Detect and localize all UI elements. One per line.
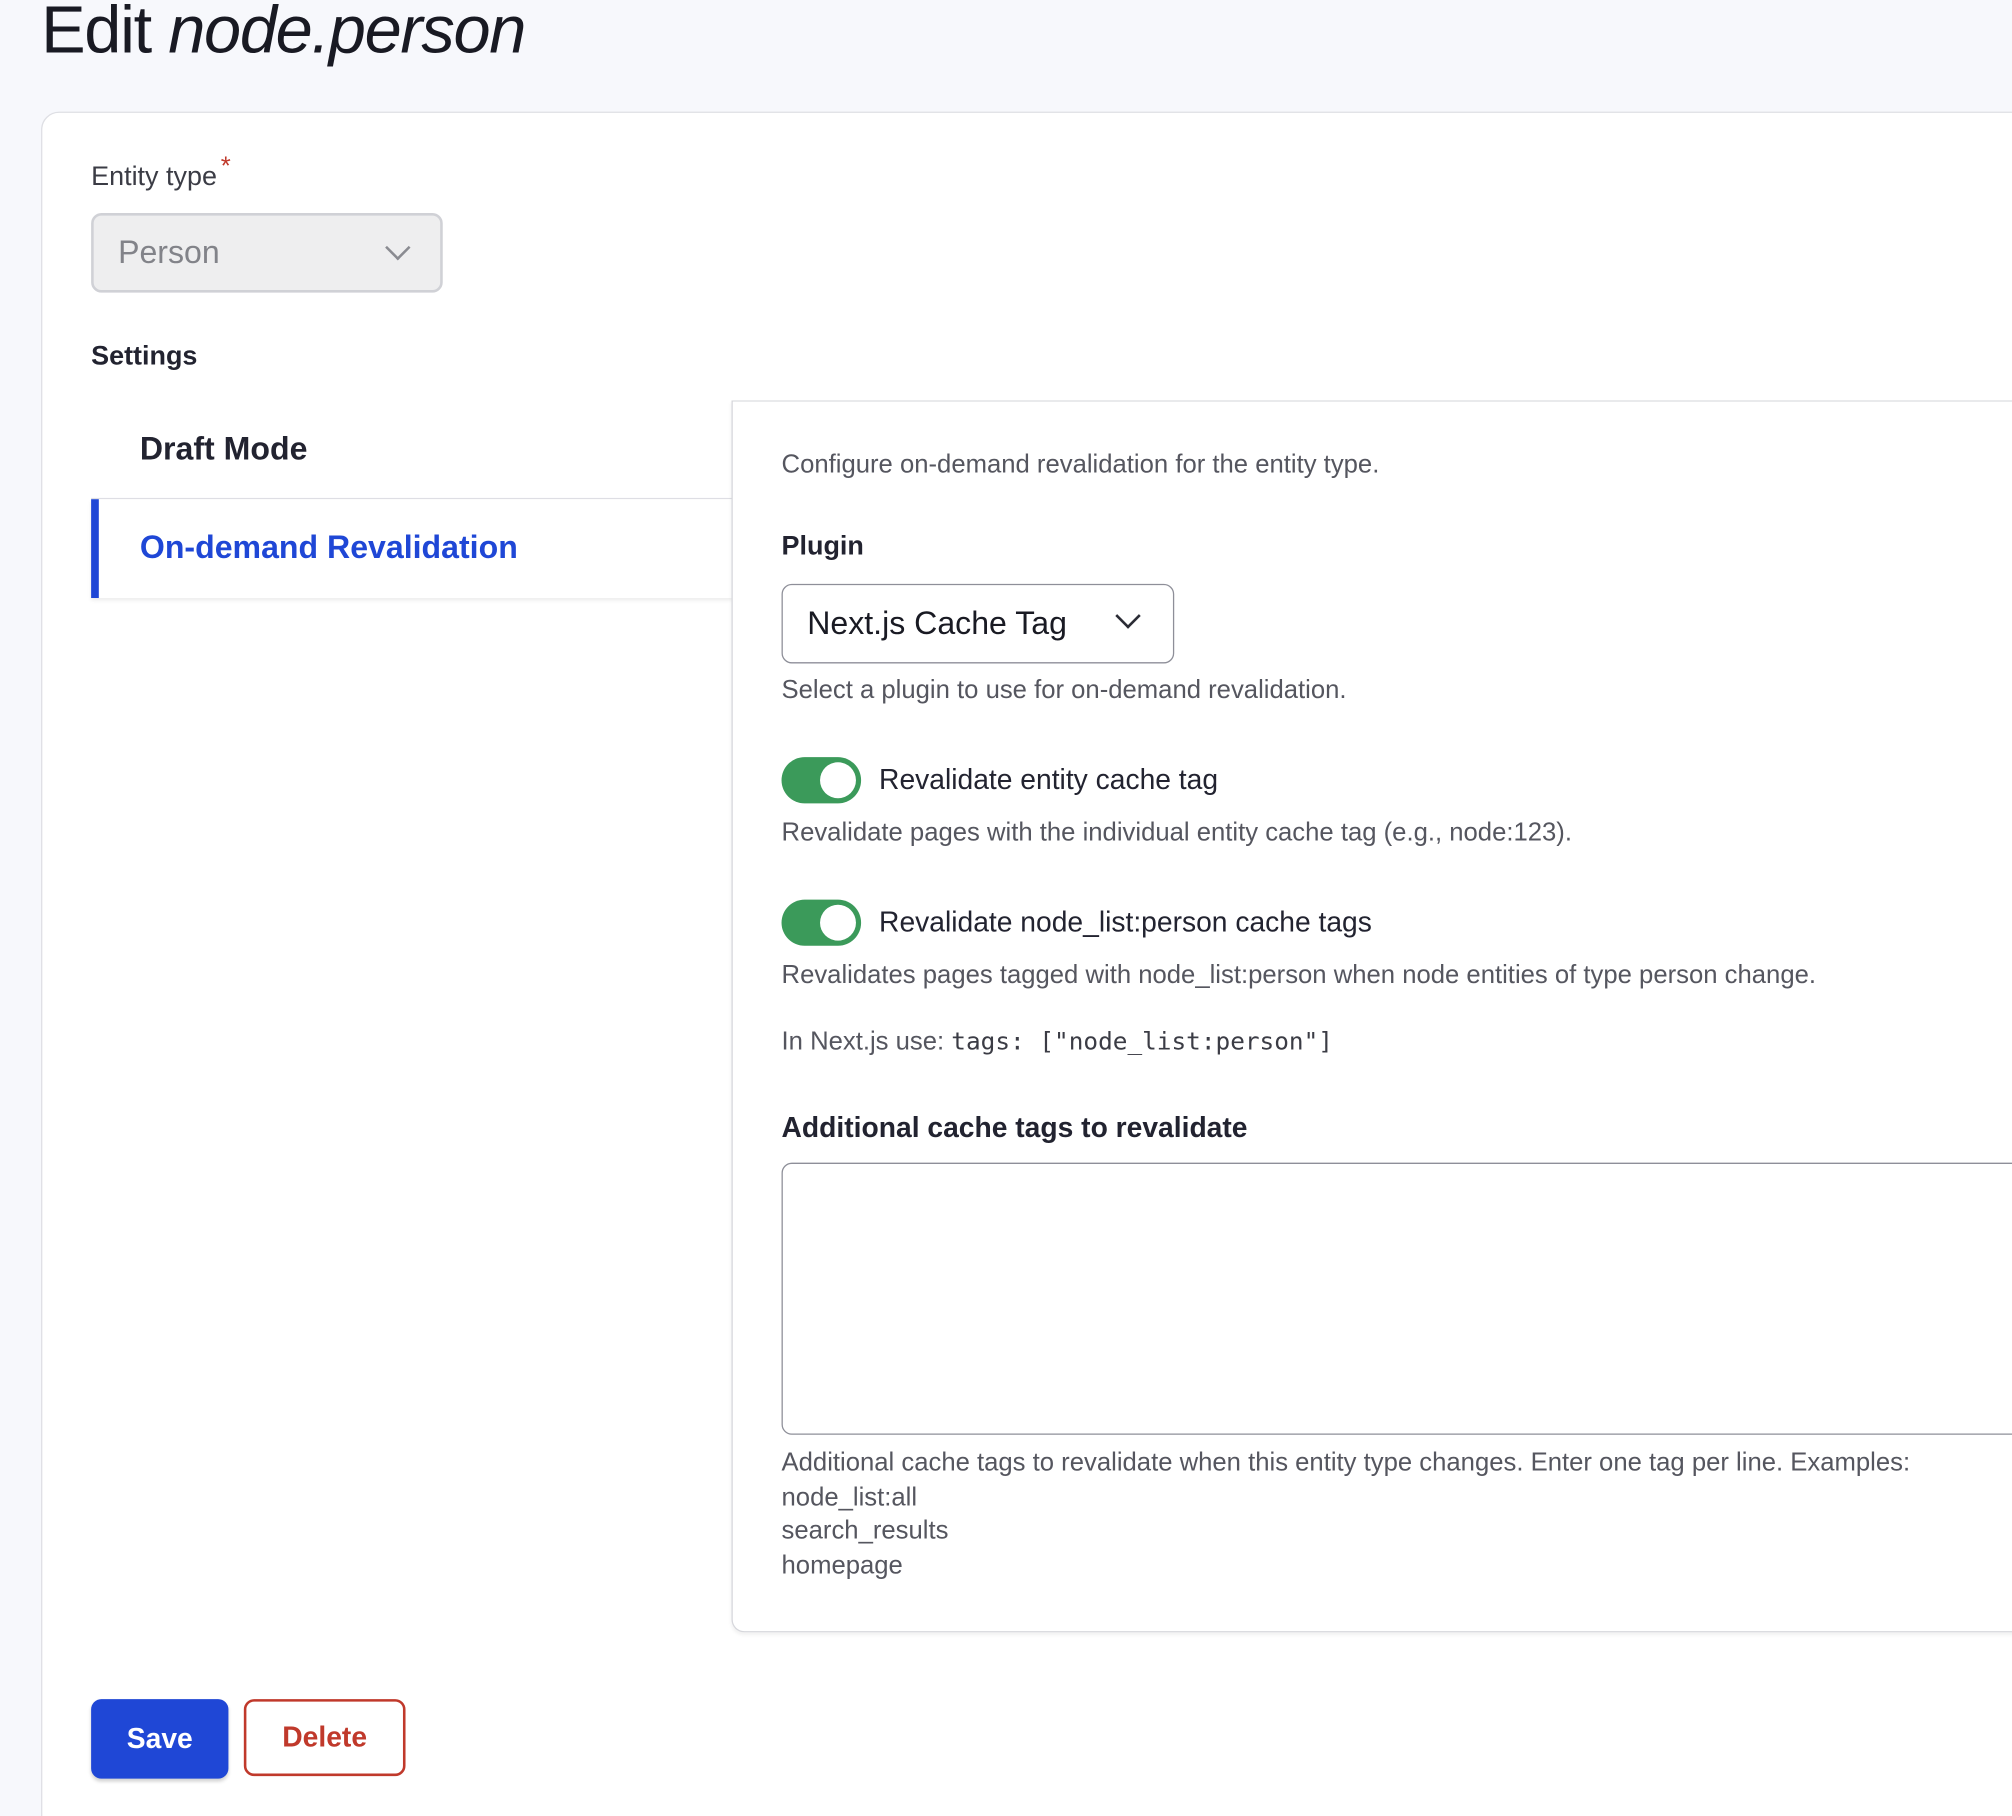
additional-tags-help: Additional cache tags to revalidate when… <box>782 1446 1911 1582</box>
page-title-entity: node.person <box>168 0 526 69</box>
nextjs-hint-prefix: In Next.js use: <box>781 1027 945 1057</box>
vertical-tab-on-demand-revalidation[interactable]: On-demand Revalidation <box>91 499 733 599</box>
vertical-tab-draft-mode[interactable]: Draft Mode <box>91 400 733 500</box>
plugin-select-value: Next.js Cache Tag <box>807 605 1067 642</box>
entity-type-label: Entity type * <box>91 153 231 193</box>
vertical-tab-label: Draft Mode <box>139 430 308 467</box>
additional-tags-textarea[interactable] <box>781 1162 2012 1435</box>
toggle-switch[interactable] <box>781 899 862 946</box>
toggle-node-list-description: Revalidates pages tagged with node_list:… <box>781 961 1817 990</box>
example-tag: node_list:all <box>781 1482 918 1512</box>
additional-tags-label: Additional cache tags to revalidate <box>781 1111 1248 1144</box>
entity-type-select: Person <box>91 213 443 293</box>
nextjs-hint: In Next.js use: tags: ["node_list:person… <box>782 1028 1333 1058</box>
example-tag: search_results <box>781 1516 949 1546</box>
form-card: Entity type * Person Settings Draft Mode … <box>41 111 2012 1816</box>
nextjs-hint-code: tags: ["node_list:person"] <box>951 1027 1333 1057</box>
save-button[interactable]: Save <box>91 1699 229 1779</box>
panel-intro: Configure on-demand revalidation for the… <box>781 450 1380 479</box>
toggle-knob <box>820 762 856 799</box>
delete-button[interactable]: Delete <box>243 1699 406 1777</box>
page: Edit node.person Entity type * Person Set… <box>0 0 2012 1816</box>
toggle-switch[interactable] <box>781 757 862 804</box>
toggle-entity-cache-tag[interactable]: Revalidate entity cache tag <box>781 757 1219 804</box>
vertical-tab-label: On-demand Revalidation <box>139 530 518 566</box>
toggle-node-list-cache-tags[interactable]: Revalidate node_list:person cache tags <box>781 899 1372 946</box>
entity-type-value: Person <box>118 234 220 271</box>
entity-type-label-text: Entity type <box>91 161 217 192</box>
settings-label: Settings <box>91 341 198 371</box>
toggle-label: Revalidate entity cache tag <box>879 763 1219 796</box>
required-marker: * <box>220 152 231 181</box>
plugin-label: Plugin <box>781 531 864 561</box>
additional-tags-help-text: Additional cache tags to revalidate when… <box>781 1448 1911 1478</box>
toggle-knob <box>820 904 856 941</box>
plugin-select[interactable]: Next.js Cache Tag <box>781 583 1175 664</box>
page-title-prefix: Edit <box>41 0 152 69</box>
toggle-entity-cache-tag-description: Revalidate pages with the individual ent… <box>781 818 1572 847</box>
chevron-down-icon <box>385 234 411 261</box>
revalidation-panel: Configure on-demand revalidation for the… <box>731 400 2012 1633</box>
chevron-down-icon <box>1115 603 1141 629</box>
page-title: Edit node.person <box>41 0 526 69</box>
toggle-label: Revalidate node_list:person cache tags <box>879 906 1372 939</box>
plugin-description: Select a plugin to use for on-demand rev… <box>781 676 1347 705</box>
example-tag: homepage <box>781 1550 903 1580</box>
